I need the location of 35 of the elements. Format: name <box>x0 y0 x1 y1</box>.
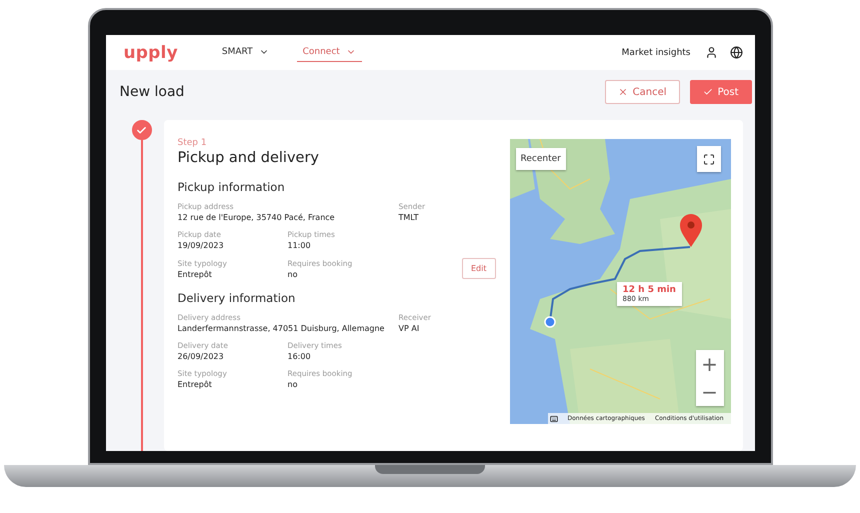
fullscreen-button[interactable] <box>696 146 720 172</box>
section-title: Pickup information <box>178 180 286 194</box>
field-value: no <box>288 270 298 279</box>
field-value: no <box>288 380 298 389</box>
field-value: VP AI <box>398 324 420 333</box>
nav-tab[interactable]: Connect <box>296 43 362 62</box>
section-title: Delivery information <box>178 291 296 305</box>
check-icon <box>702 87 713 97</box>
route-duration: 12 h 5 min <box>622 285 676 295</box>
field-value: Entrepôt <box>178 380 213 389</box>
close-icon <box>618 87 628 97</box>
user-icon[interactable] <box>704 46 718 59</box>
field-value: Landerfermannstrasse, 47051 Duisburg, Allemagne <box>178 324 386 333</box>
post-button[interactable]: Post <box>690 80 752 104</box>
keyboard-icon[interactable] <box>550 414 558 422</box>
field-value: 16:00 <box>288 352 312 361</box>
field-value: 11:00 <box>288 241 312 250</box>
nav-link[interactable]: Market insights <box>622 48 690 58</box>
field-value: TMLT <box>398 213 420 222</box>
zoom-in-button[interactable]: + <box>696 350 724 378</box>
fullscreen-icon <box>702 152 714 166</box>
step-title: Pickup and delivery <box>178 150 320 166</box>
field-value: 26/09/2023 <box>178 352 225 361</box>
field-value: Entrepôt <box>178 270 213 279</box>
logo[interactable]: upply <box>124 42 178 62</box>
zoom-out-button[interactable]: − <box>696 378 724 406</box>
globe-icon[interactable] <box>730 46 742 59</box>
cancel-button[interactable]: Cancel <box>604 80 680 104</box>
page-title: New load <box>120 84 186 100</box>
field-value: 19/09/2023 <box>178 241 225 250</box>
step-number: Step 1 <box>178 138 208 148</box>
edit-button[interactable]: Edit <box>462 258 496 279</box>
field-value: 12 rue de l'Europe, 35740 Pacé, France <box>178 213 336 222</box>
recenter-button[interactable]: Recenter <box>516 148 566 170</box>
nav-tab[interactable]: SMART <box>216 43 275 62</box>
